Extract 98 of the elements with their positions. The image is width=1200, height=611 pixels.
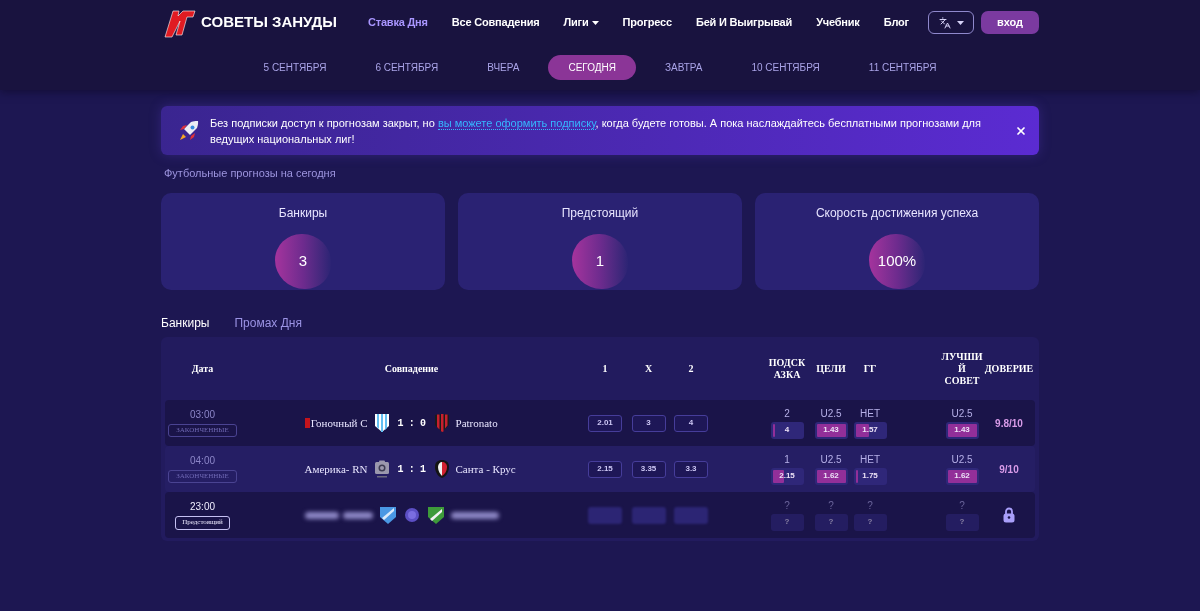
rocket-icon [177,118,201,143]
prediction-pick: ? [828,499,834,512]
odds-value: 3.35 [631,460,666,478]
odds-value: 2.01 [588,414,622,432]
translate-icon [938,16,951,29]
logo-icon[interactable] [164,7,196,38]
blurred-odds-box [674,506,708,524]
subscribe-link[interactable]: вы можете оформить подписку [437,116,596,130]
column-header: ЛУЧШИЙ СОВЕТ [941,350,983,387]
date-tab[interactable]: СЕГОДНЯ [548,55,636,80]
team-name: Patronato [455,415,498,431]
odds-value: 2.15 [588,460,622,478]
odds-value: 4 [674,414,708,432]
prediction-pick: ? [784,499,790,512]
shield-icon [378,505,397,525]
match-time: 03:00 [190,409,215,421]
stat-value: 3 [275,234,331,289]
prediction-pick: U2.5 [820,407,842,420]
language-button[interactable] [928,11,974,34]
prediction-pick: НЕТ [860,453,880,466]
crest-icon [433,459,450,479]
nav-link[interactable]: Учебник [816,14,860,31]
column-header: 1 [602,362,608,375]
odds-value: 1.57 [862,424,878,436]
odds-value: ? [784,516,790,528]
section-title: Футбольные прогнозы на сегодня [163,166,337,180]
blurred-odds-box [588,506,622,524]
striped-shield-icon [373,413,390,433]
column-header: X [644,362,653,375]
prediction-pick: U2.5 [951,453,973,466]
date-tab[interactable]: ВЧЕРА [467,55,540,80]
date-tab[interactable]: 6 СЕНТЯБРЯ [355,55,459,80]
team-name: Санта - Крус [455,461,516,477]
close-icon [1015,124,1027,137]
odds-value: 3 [631,414,666,432]
nav-link[interactable]: Блог [883,14,909,31]
column-header: ГГ [863,362,877,375]
nav-link[interactable]: Бей И Выигрывай [695,14,793,31]
column-header: ПОДСКАЗКА [767,356,807,381]
match-score: 1 : 1 [397,462,426,477]
odds-value: 1.62 [954,470,970,482]
match-score: 1 : 0 [397,416,426,431]
banner-message: Без подписки доступ к прогнозам закрыт, но вы можете оформить подписку, когда будете готовы. А пока наслаждайтесь бесплатными прогнозами для ведущих национальных лиг! [210,115,982,147]
nav-link[interactable]: Все Совпадения [451,14,540,31]
odds-value: 1.62 [823,470,839,482]
match-time: 23:00 [190,500,215,513]
confidence-score: 9.8/10 [995,416,1023,431]
stat-value: 100% [869,234,925,289]
team-name: Гоночный С [310,415,368,431]
prediction-pick: НЕТ [860,407,880,420]
blurred-text-drawing [342,511,373,519]
nav-link[interactable]: Лиги [563,14,599,31]
shield-icon [426,505,445,525]
camera-icon [373,459,390,479]
date-tab[interactable]: 11 СЕНТЯБРЯ [848,55,957,80]
table-tab[interactable]: Промах Дня [234,316,302,330]
stat-title: Банкиры [278,206,328,220]
odds-value: ? [959,516,965,528]
confidence-score: 9/10 [999,462,1019,477]
odds-value: 1.75 [862,470,878,482]
column-header: Дата [191,362,214,375]
team-name: Америка- RN [304,461,368,477]
prediction-pick: ? [959,499,965,512]
prediction-pick: ? [867,499,873,512]
column-header: 2 [688,362,694,375]
blurred-text-drawing [304,511,339,519]
stat-title: Предстоящий [561,206,639,220]
blurred-odds-box [631,506,666,524]
prediction-pick: U2.5 [951,407,973,420]
column-header: Совпадение [384,362,439,375]
nav-link[interactable]: Прогресс [622,14,672,31]
odds-value: 1.43 [823,424,839,436]
site-title[interactable]: СОВЕТЫ ЗАНУДЫ [201,11,337,34]
prediction-pick: U2.5 [820,453,842,466]
odds-value: 3.3 [674,460,708,478]
dot-icon [404,508,419,522]
date-tab[interactable]: ЗАВТРА [644,55,723,80]
stat-title: Скорость достижения успеха [815,206,979,220]
prediction-pick: 2 [784,407,790,420]
odds-value: 2.15 [779,470,795,482]
column-header: ЦЕЛИ [816,362,846,375]
prediction-pick: 1 [784,453,790,466]
match-time: 04:00 [190,455,215,467]
odds-value: ? [867,516,873,528]
login-button[interactable]: вход [981,11,1039,34]
odds-value: ? [828,516,834,528]
column-header: ДОВЕРИЕ [984,362,1034,375]
lock-icon[interactable] [1003,507,1015,523]
date-tab[interactable]: 5 СЕНТЯБРЯ [243,55,347,80]
table-tab[interactable]: Банкиры [161,316,210,330]
nav-link[interactable]: Ставка Дня [368,14,428,31]
blurred-text-drawing [450,511,499,519]
odds-value: 4 [784,424,790,436]
striped-shield-icon [433,413,450,433]
odds-value: 1.43 [954,424,970,436]
date-tab[interactable]: 10 СЕНТЯБРЯ [731,55,840,80]
stat-value: 1 [572,234,628,289]
caret-icon [956,20,964,25]
